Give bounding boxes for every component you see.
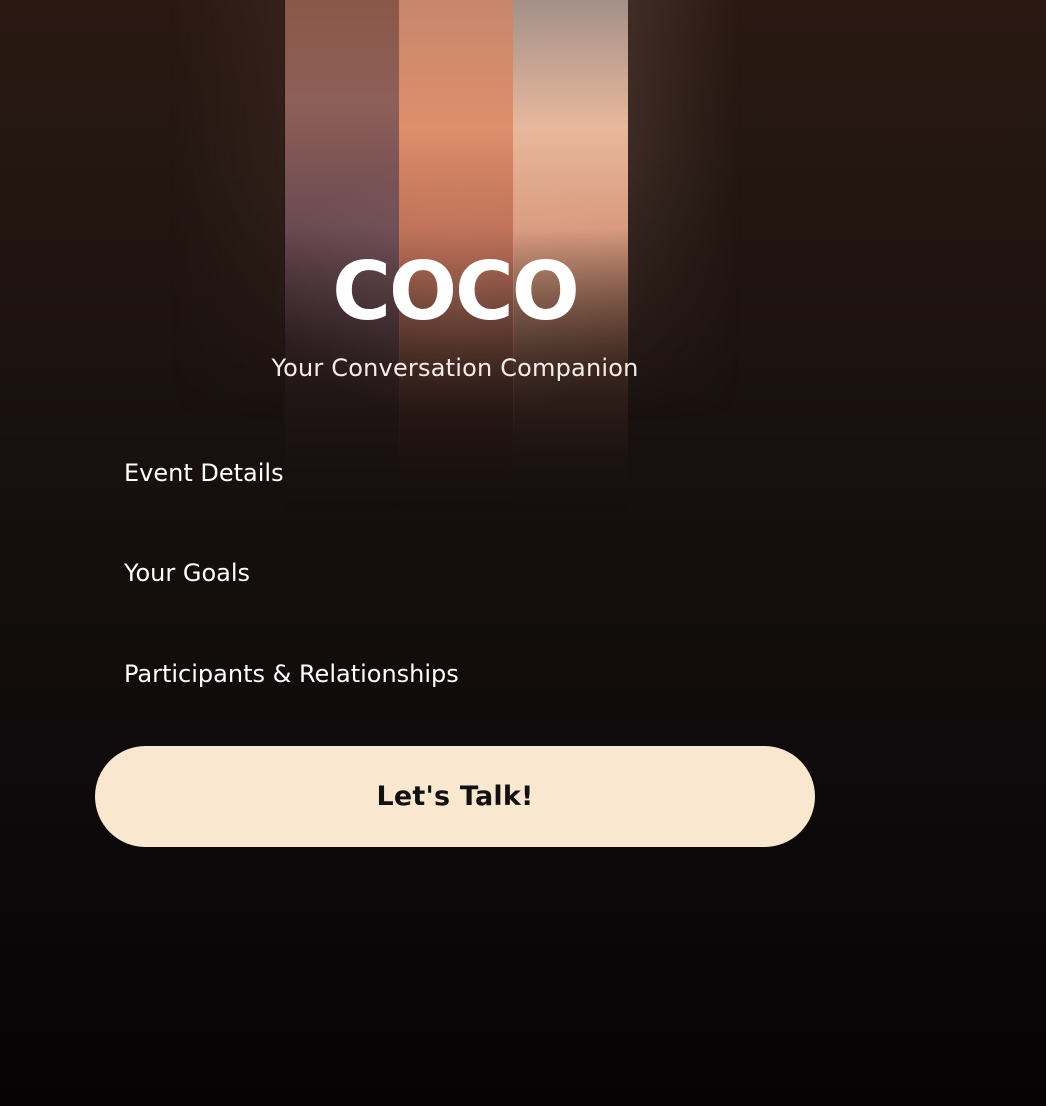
lets-talk-button-label: Let's Talk!: [376, 781, 534, 812]
menu-item-your-goals[interactable]: Your Goals: [124, 557, 250, 589]
app-screen: COCO Your Conversation Companion Event D…: [0, 0, 1046, 1106]
app-title: COCO: [332, 245, 579, 338]
app-subtitle: Your Conversation Companion: [271, 354, 639, 382]
lets-talk-button[interactable]: Let's Talk!: [95, 746, 815, 847]
menu-item-participants-relationships[interactable]: Participants & Relationships: [124, 658, 459, 690]
menu-item-event-details[interactable]: Event Details: [124, 457, 284, 489]
